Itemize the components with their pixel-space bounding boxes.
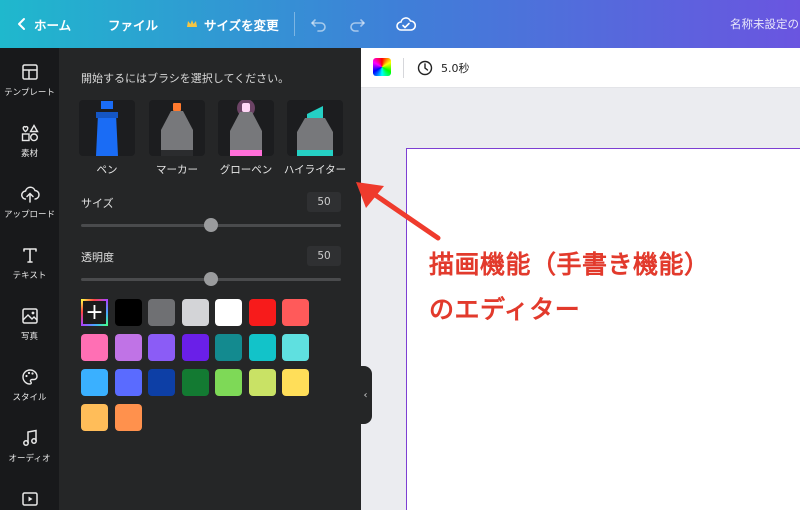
side-rail: テンプレート 素材 アップロード テキスト 写真 スタイル オーディオ 動画 [0, 48, 59, 510]
resize-button[interactable]: サイズを変更 [186, 0, 279, 48]
brush-glow-pen-label: グローペン [219, 164, 273, 176]
brush-pen-label: ペン [96, 164, 118, 176]
document-title-text: 名称未設定のデザイン [730, 17, 800, 31]
palette-icon [21, 369, 38, 385]
cloud-check-icon [396, 17, 416, 31]
rail-label: スタイル [12, 393, 47, 403]
color-swatch[interactable] [115, 334, 142, 361]
rail-label: テキスト [12, 271, 47, 281]
color-swatch[interactable] [148, 334, 175, 361]
opacity-slider-thumb[interactable] [204, 272, 218, 286]
color-swatch[interactable] [282, 299, 309, 326]
brush-prompt: 開始するにはブラシを選択してください。 [81, 72, 290, 85]
color-swatch[interactable] [282, 334, 309, 361]
text-icon [22, 248, 37, 263]
redo-button[interactable] [348, 0, 366, 48]
annotation-line-1: 描画機能（手書き機能） [429, 250, 710, 279]
layout-icon [21, 64, 38, 80]
color-swatch[interactable] [249, 334, 276, 361]
resize-label: サイズを変更 [204, 17, 279, 33]
timing-value: 5.0秒 [441, 62, 470, 75]
annotation-arrow [356, 182, 441, 241]
timing-button[interactable]: 5.0秒 [417, 48, 470, 88]
color-swatch[interactable] [215, 299, 242, 326]
highlighter-icon [297, 106, 333, 156]
rail-label: 素材 [20, 149, 38, 159]
rail-item-video[interactable]: 動画 [0, 489, 59, 510]
home-label: ホーム [34, 17, 72, 33]
color-swatch[interactable] [182, 299, 209, 326]
brush-glow-pen[interactable] [218, 100, 274, 156]
color-swatch[interactable] [148, 299, 175, 326]
color-swatch[interactable] [81, 404, 108, 431]
color-swatch[interactable] [148, 369, 175, 396]
color-swatch[interactable] [282, 369, 309, 396]
color-swatch[interactable] [115, 404, 142, 431]
crown-icon [187, 20, 197, 27]
toolbar-divider [403, 58, 404, 78]
size-label: サイズ [81, 197, 114, 210]
rail-item-audio[interactable]: オーディオ [0, 428, 59, 464]
cloud-upload-icon [20, 186, 40, 203]
color-swatch[interactable] [215, 334, 242, 361]
pen-icon [96, 101, 118, 156]
rail-item-uploads[interactable]: アップロード [0, 184, 59, 220]
shapes-icon [21, 124, 39, 142]
rail-item-text[interactable]: テキスト [0, 245, 59, 281]
size-slider-thumb[interactable] [204, 218, 218, 232]
home-button[interactable]: ホーム [16, 0, 71, 48]
chevron-left-icon [18, 18, 25, 30]
top-bar: ホーム ファイル サイズを変更 名称未設定のデザイン [0, 0, 800, 48]
rail-item-photos[interactable]: 写真 [0, 306, 59, 342]
save-status-button[interactable] [396, 0, 416, 48]
rail-label: テンプレート [4, 88, 55, 98]
color-swatch[interactable] [215, 369, 242, 396]
color-swatch[interactable] [115, 369, 142, 396]
toolbar-divider [294, 12, 295, 36]
video-icon [21, 492, 38, 506]
opacity-value-input[interactable]: 50 [307, 246, 341, 266]
color-swatch[interactable] [249, 369, 276, 396]
plus-icon: + [85, 299, 104, 325]
draw-panel: 開始するにはブラシを選択してください。 ペン マーカー グローペン ハイライター… [59, 48, 361, 510]
music-icon [22, 429, 37, 446]
size-slider[interactable] [81, 218, 341, 232]
document-title[interactable]: 名称未設定のデザイン [730, 0, 800, 48]
brush-marker[interactable] [149, 100, 205, 156]
add-color-button[interactable]: + [81, 299, 108, 326]
color-picker-icon[interactable] [373, 58, 391, 76]
redo-icon [350, 19, 366, 32]
file-label: ファイル [108, 17, 159, 33]
brush-pen[interactable] [79, 100, 135, 156]
rail-label: アップロード [3, 210, 55, 220]
rail-item-templates[interactable]: テンプレート [0, 62, 59, 98]
chevron-left-icon: ‹ [363, 389, 368, 401]
opacity-slider[interactable] [81, 272, 341, 286]
opacity-label: 透明度 [81, 251, 114, 264]
size-value-input[interactable]: 50 [307, 192, 341, 212]
collapse-panel-button[interactable]: ‹ [359, 366, 372, 424]
design-page[interactable] [406, 148, 800, 510]
color-swatch[interactable] [81, 369, 108, 396]
color-swatch[interactable] [249, 299, 276, 326]
rail-label: オーディオ [8, 454, 51, 464]
marker-icon [161, 103, 193, 156]
color-swatch[interactable] [182, 334, 209, 361]
brush-marker-label: マーカー [156, 164, 198, 176]
color-swatch[interactable] [182, 369, 209, 396]
glow-pen-icon [230, 100, 262, 156]
image-icon [21, 308, 38, 324]
canvas-toolbar: 5.0秒 [361, 48, 800, 88]
undo-icon [310, 19, 326, 32]
rail-item-elements[interactable]: 素材 [0, 123, 59, 159]
brush-highlighter[interactable] [287, 100, 343, 156]
color-swatch[interactable] [115, 299, 142, 326]
clock-icon [417, 60, 433, 76]
rail-label: 写真 [20, 332, 38, 342]
rail-item-styles[interactable]: スタイル [0, 367, 59, 403]
annotation-line-2: のエディター [429, 295, 581, 324]
file-menu-button[interactable]: ファイル [108, 0, 158, 48]
color-swatch[interactable] [81, 334, 108, 361]
undo-button[interactable] [310, 0, 328, 48]
